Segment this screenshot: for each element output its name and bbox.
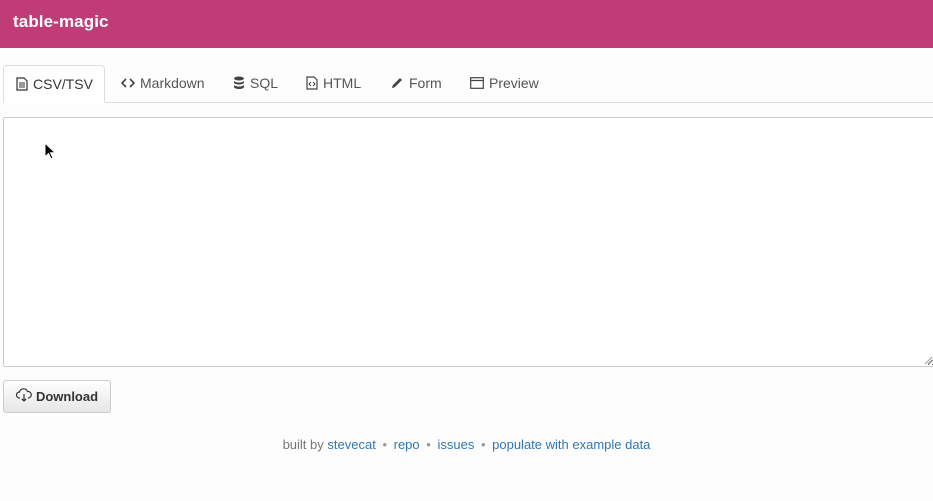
footer: built by stevecat • repo • issues • popu… — [0, 437, 933, 452]
tab-sql[interactable]: SQL — [221, 65, 290, 101]
separator: • — [480, 437, 486, 452]
built-by-text: built by — [282, 437, 324, 452]
tab-label: SQL — [250, 75, 279, 91]
tab-markdown[interactable]: Markdown — [109, 65, 217, 101]
file-text-icon — [16, 77, 28, 91]
tab-html[interactable]: HTML — [294, 65, 373, 101]
tab-label: HTML — [323, 75, 362, 91]
populate-example-data-link[interactable]: populate with example data — [492, 437, 650, 452]
tab-label: Markdown — [140, 75, 205, 91]
separator: • — [382, 437, 387, 452]
download-label: Download — [35, 389, 99, 404]
app-header: table-magic — [0, 0, 933, 48]
database-icon — [233, 76, 245, 90]
app-title[interactable]: table-magic — [13, 12, 109, 32]
repo-link[interactable]: repo — [394, 437, 420, 452]
tab-label: Form — [409, 75, 442, 91]
separator: • — [426, 437, 431, 452]
cloud-download-icon — [15, 388, 32, 405]
pencil-icon — [390, 76, 404, 90]
tab-csv-tsv[interactable]: CSV/TSV — [3, 65, 105, 103]
tab-form[interactable]: Form — [378, 65, 454, 101]
csv-input-textarea[interactable] — [3, 117, 933, 367]
file-code-icon — [306, 76, 318, 90]
window-icon — [470, 77, 484, 89]
issues-link[interactable]: issues — [437, 437, 474, 452]
code-icon — [121, 77, 135, 89]
tab-label: Preview — [489, 75, 539, 91]
tab-label: CSV/TSV — [33, 76, 93, 92]
tab-bar: CSV/TSV Markdown SQL HTML Form Preview — [3, 65, 933, 103]
download-button[interactable]: Download — [3, 380, 111, 413]
author-link[interactable]: stevecat — [327, 437, 375, 452]
tab-preview[interactable]: Preview — [458, 65, 551, 101]
